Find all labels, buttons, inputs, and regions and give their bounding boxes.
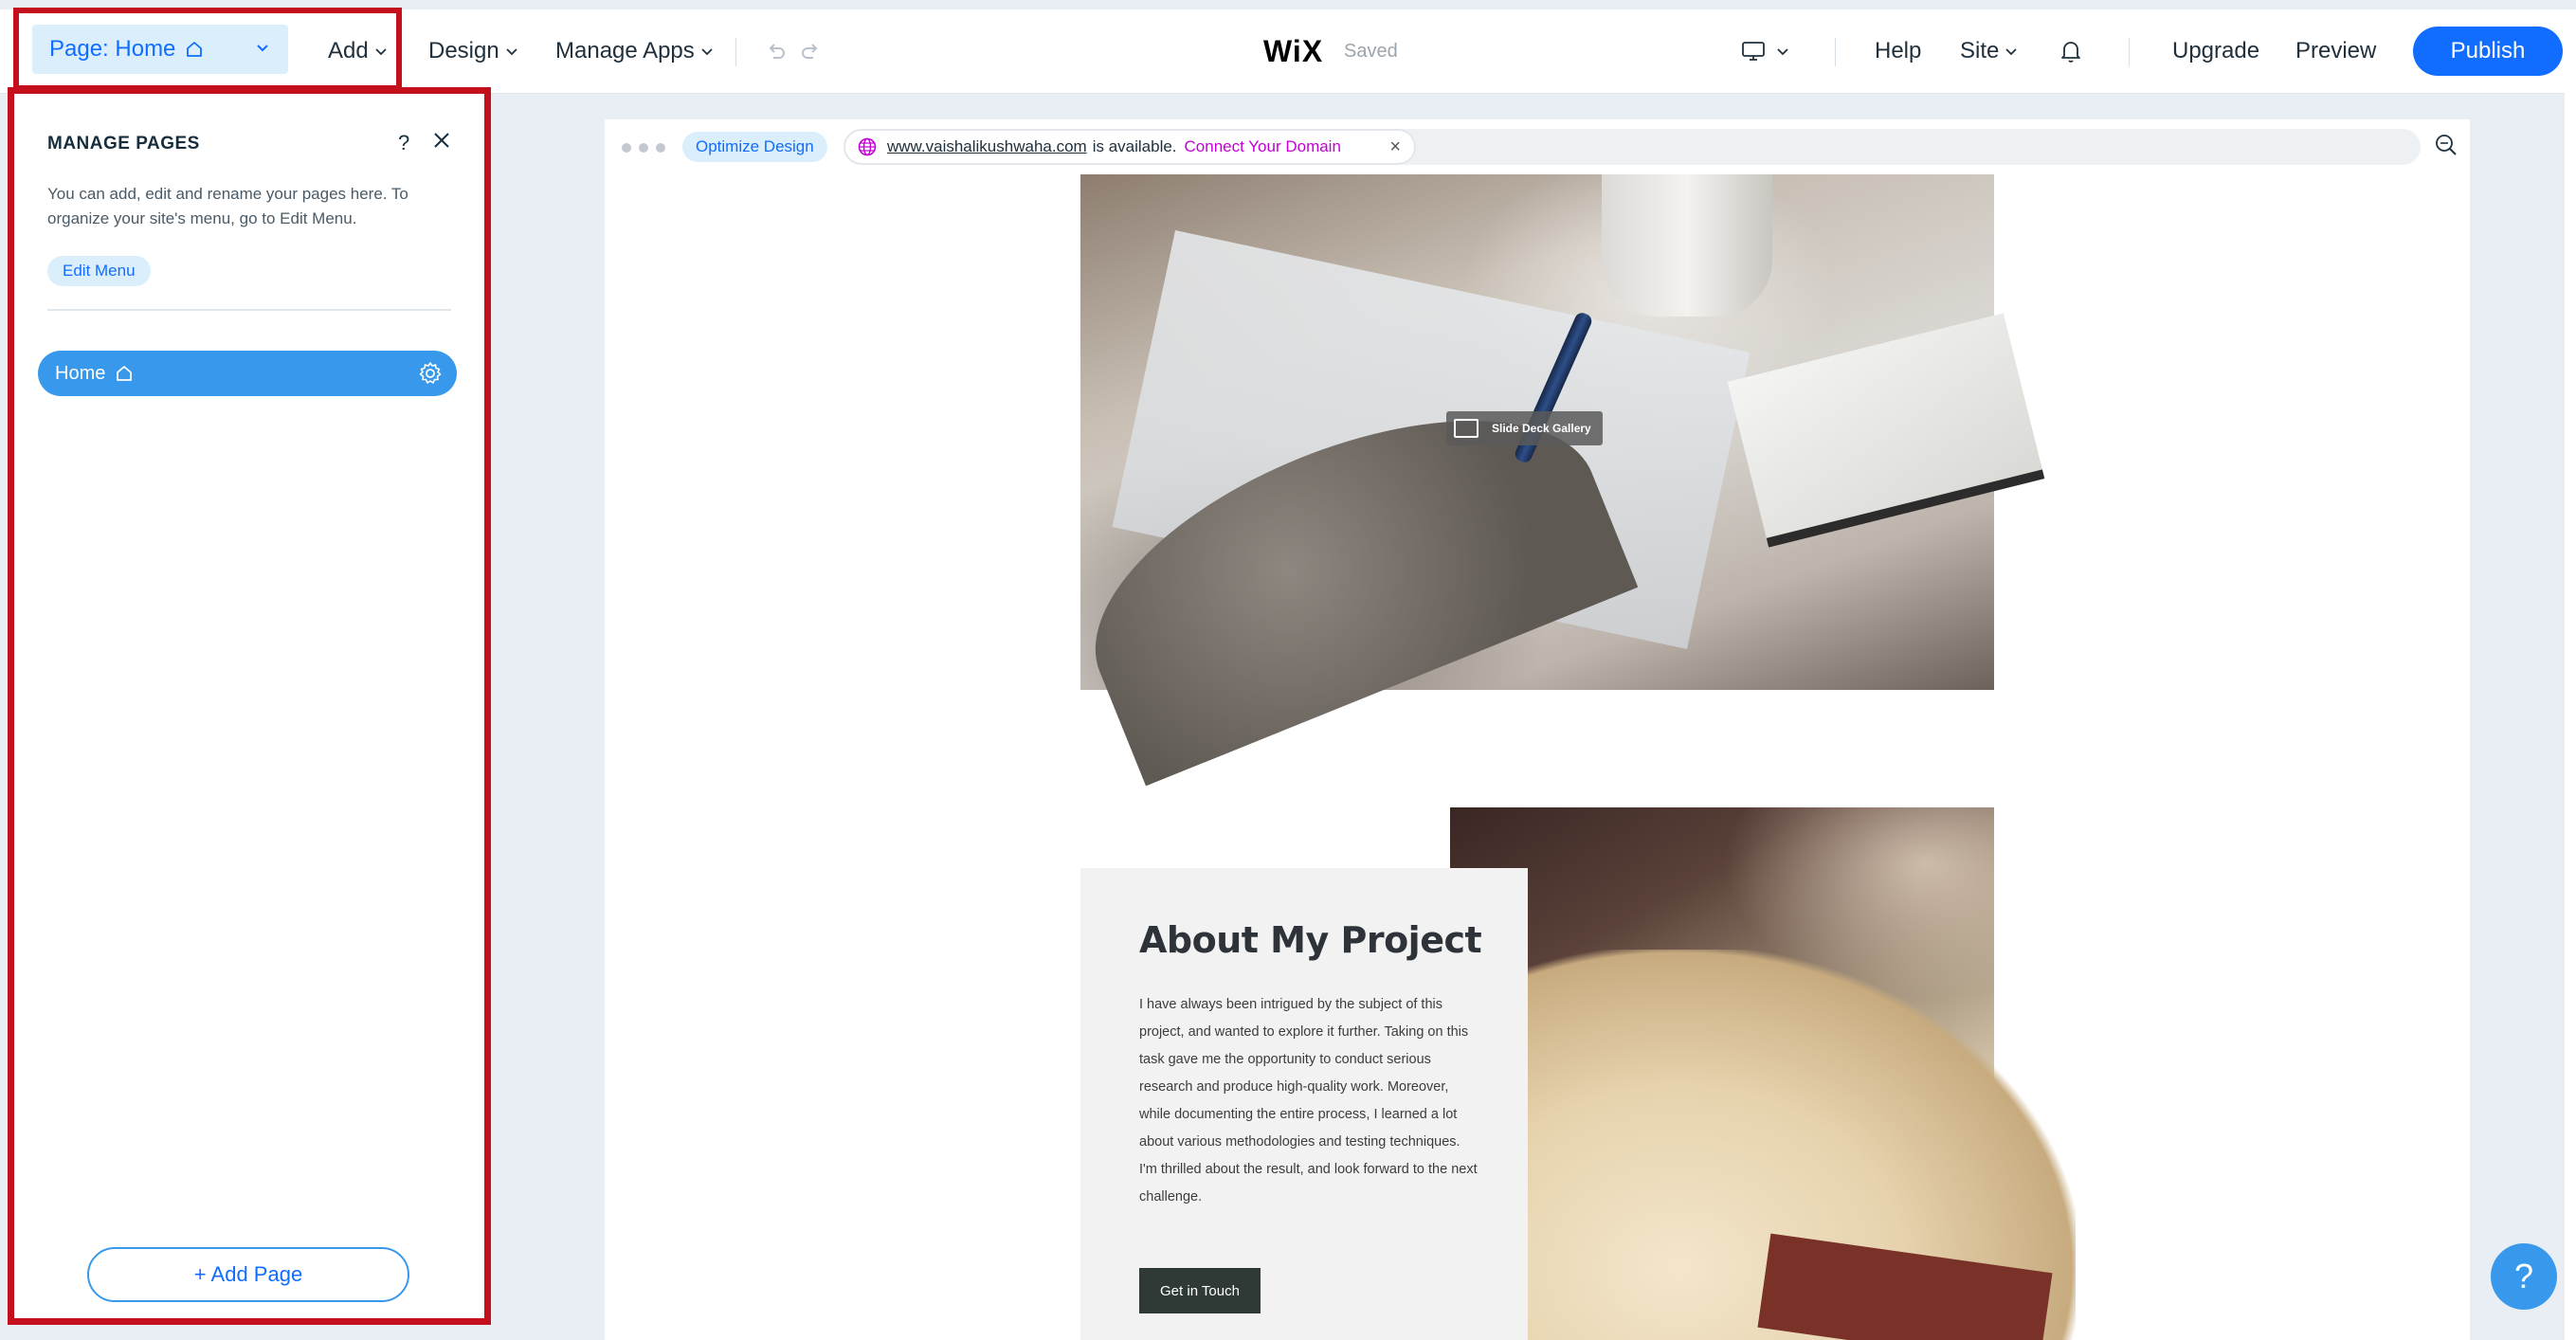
help-menu[interactable]: Help xyxy=(1875,9,1921,93)
redo-button[interactable] xyxy=(798,9,823,93)
upgrade-label: Upgrade xyxy=(2172,38,2260,63)
undo-icon xyxy=(764,39,789,63)
publish-label: Publish xyxy=(2450,38,2526,63)
chevron-down-icon xyxy=(1774,43,1791,60)
device-switcher[interactable] xyxy=(1740,9,1791,93)
right-edge xyxy=(2565,93,2576,1340)
design-label: Design xyxy=(428,38,499,63)
manage-apps-label: Manage Apps xyxy=(555,38,695,63)
hero-image-writing[interactable]: Slide Deck Gallery xyxy=(1053,174,2045,787)
about-title: About My Project xyxy=(1139,919,1482,961)
domain-url-link[interactable]: www.vaishalikushwaha.com xyxy=(887,137,1087,156)
domain-banner: www.vaishalikushwaha.com is available. C… xyxy=(844,129,1416,165)
toolbar-divider xyxy=(2129,38,2130,66)
desktop-icon xyxy=(1740,39,1767,63)
save-status: Saved xyxy=(1344,40,1398,62)
get-in-touch-button[interactable]: Get in Touch xyxy=(1139,1268,1261,1313)
upgrade-button[interactable]: Upgrade xyxy=(2172,9,2259,93)
undo-button[interactable] xyxy=(764,9,789,93)
slide-deck-gallery-tag[interactable]: Slide Deck Gallery xyxy=(1446,411,1603,445)
wix-logo: WiX xyxy=(1263,33,1324,68)
toolbar-divider xyxy=(735,38,736,66)
publish-button[interactable]: Publish xyxy=(2413,27,2563,76)
manage-apps-menu[interactable]: Manage Apps xyxy=(555,9,716,93)
canvas-url-bar: Optimize Design www.vaishalikushwaha.com… xyxy=(605,119,2470,174)
about-body: I have always been intrigued by the subj… xyxy=(1139,997,1478,1204)
site-canvas[interactable]: Optimize Design www.vaishalikushwaha.com… xyxy=(605,119,2470,1340)
chevron-down-icon xyxy=(698,43,716,60)
zoom-icon[interactable] xyxy=(2434,133,2458,162)
design-menu[interactable]: Design xyxy=(428,9,520,93)
gallery-label: Slide Deck Gallery xyxy=(1492,422,1591,435)
highlight-box-topbar xyxy=(13,8,402,91)
site-label: Site xyxy=(1960,38,2000,63)
domain-available-text: is available. xyxy=(1092,137,1177,155)
chevron-down-icon xyxy=(503,43,520,60)
bell-icon xyxy=(2059,38,2083,64)
close-icon[interactable]: × xyxy=(1389,136,1401,158)
toolbar-divider xyxy=(1835,38,1836,66)
site-menu[interactable]: Site xyxy=(1960,9,2020,93)
domain-bar: www.vaishalikushwaha.com is available. C… xyxy=(844,129,2421,165)
notifications-button[interactable] xyxy=(2059,9,2083,93)
connect-domain-link[interactable]: Connect Your Domain xyxy=(1185,137,1341,156)
highlight-box-panel xyxy=(8,87,491,1325)
preview-button[interactable]: Preview xyxy=(2295,9,2376,93)
redo-icon xyxy=(798,39,823,63)
image-icon xyxy=(1454,419,1478,438)
preview-label: Preview xyxy=(2295,38,2377,63)
chevron-down-icon xyxy=(2003,43,2020,60)
about-image-book[interactable] xyxy=(1450,807,2076,1340)
globe-icon xyxy=(857,136,878,157)
help-fab-button[interactable]: ? xyxy=(2491,1243,2557,1310)
optimize-design-button[interactable]: Optimize Design xyxy=(682,132,827,162)
about-section[interactable]: About My Project I have always been intr… xyxy=(1080,868,1528,1340)
help-label: Help xyxy=(1875,38,1922,63)
window-dots xyxy=(622,143,665,153)
